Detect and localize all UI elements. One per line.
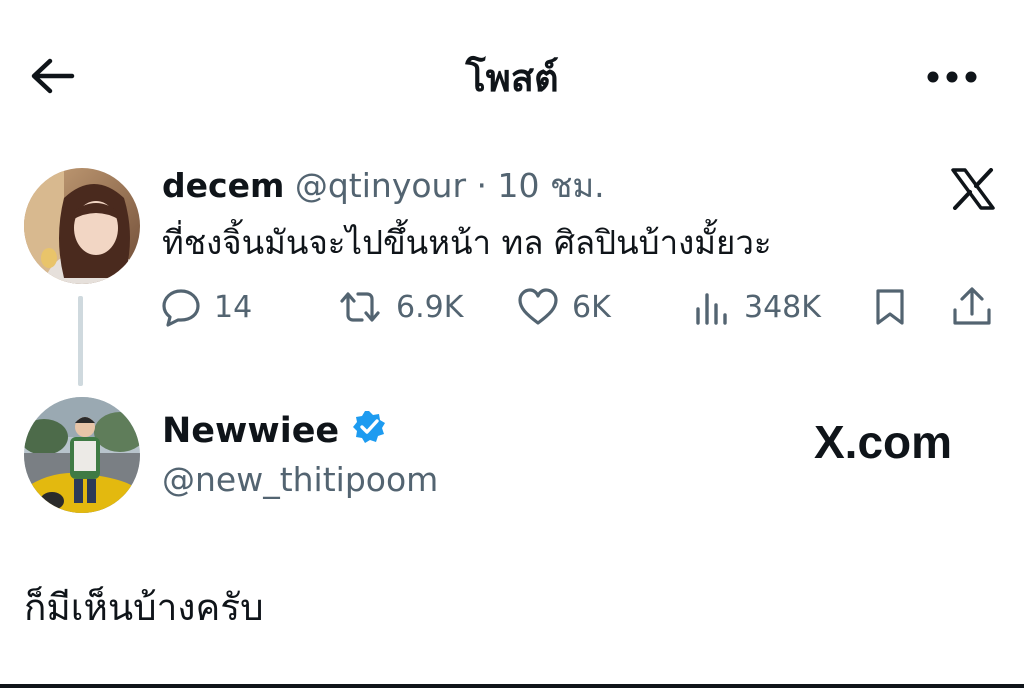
tweet-text: ที่ชงจิ้นมันจะไปขึ้นหน้า ทล ศิลปินบ้างมั… bbox=[162, 223, 772, 262]
reply-count: 14 bbox=[214, 289, 253, 325]
avatar[interactable] bbox=[24, 397, 140, 513]
back-button[interactable] bbox=[22, 52, 82, 104]
page-title: โพสต์ bbox=[465, 56, 559, 100]
avatar-photo bbox=[24, 397, 140, 513]
bookmark-icon bbox=[870, 287, 910, 327]
arrow-left-icon bbox=[28, 56, 76, 100]
more-horizontal-icon bbox=[926, 69, 978, 88]
verified-badge-icon[interactable] bbox=[351, 409, 387, 454]
reply-button[interactable]: 14 bbox=[160, 284, 252, 330]
share-icon bbox=[950, 286, 994, 328]
reply-text: ก็มีเห็นบ้างครับ bbox=[24, 586, 264, 629]
heart-icon bbox=[516, 287, 560, 327]
repost-count: 6.9K bbox=[396, 289, 464, 325]
avatar[interactable] bbox=[24, 168, 140, 284]
display-name[interactable]: decem bbox=[162, 166, 284, 205]
username-handle[interactable]: @qtinyour bbox=[295, 166, 466, 205]
x-logo-icon bbox=[944, 160, 1002, 218]
views-count: 348K bbox=[744, 289, 821, 325]
bookmark-button[interactable] bbox=[870, 284, 910, 330]
watermark-text: X.com bbox=[814, 416, 953, 468]
like-count: 6K bbox=[572, 289, 611, 325]
like-button[interactable]: 6K bbox=[516, 284, 611, 330]
display-name[interactable]: Newwiee bbox=[162, 411, 339, 451]
x-com-watermark: X.com bbox=[814, 412, 952, 472]
username-handle[interactable]: @new_thitipoom bbox=[162, 458, 438, 502]
bottom-divider bbox=[0, 684, 1024, 688]
thread-connector-line bbox=[78, 296, 83, 386]
avatar-photo bbox=[24, 168, 140, 284]
share-button[interactable] bbox=[950, 284, 994, 330]
reply-author: Newwiee bbox=[162, 408, 387, 454]
repost-icon bbox=[336, 287, 384, 327]
timestamp[interactable]: 10 ชม. bbox=[498, 166, 605, 205]
more-button[interactable] bbox=[920, 52, 984, 104]
views-button[interactable]: 348K bbox=[692, 284, 821, 330]
tweet-header: decem @qtinyour · 10 ชม. bbox=[162, 164, 605, 208]
reply-icon bbox=[160, 287, 202, 327]
analytics-icon bbox=[692, 287, 732, 327]
separator-dot: · bbox=[476, 166, 488, 205]
repost-button[interactable]: 6.9K bbox=[336, 284, 463, 330]
